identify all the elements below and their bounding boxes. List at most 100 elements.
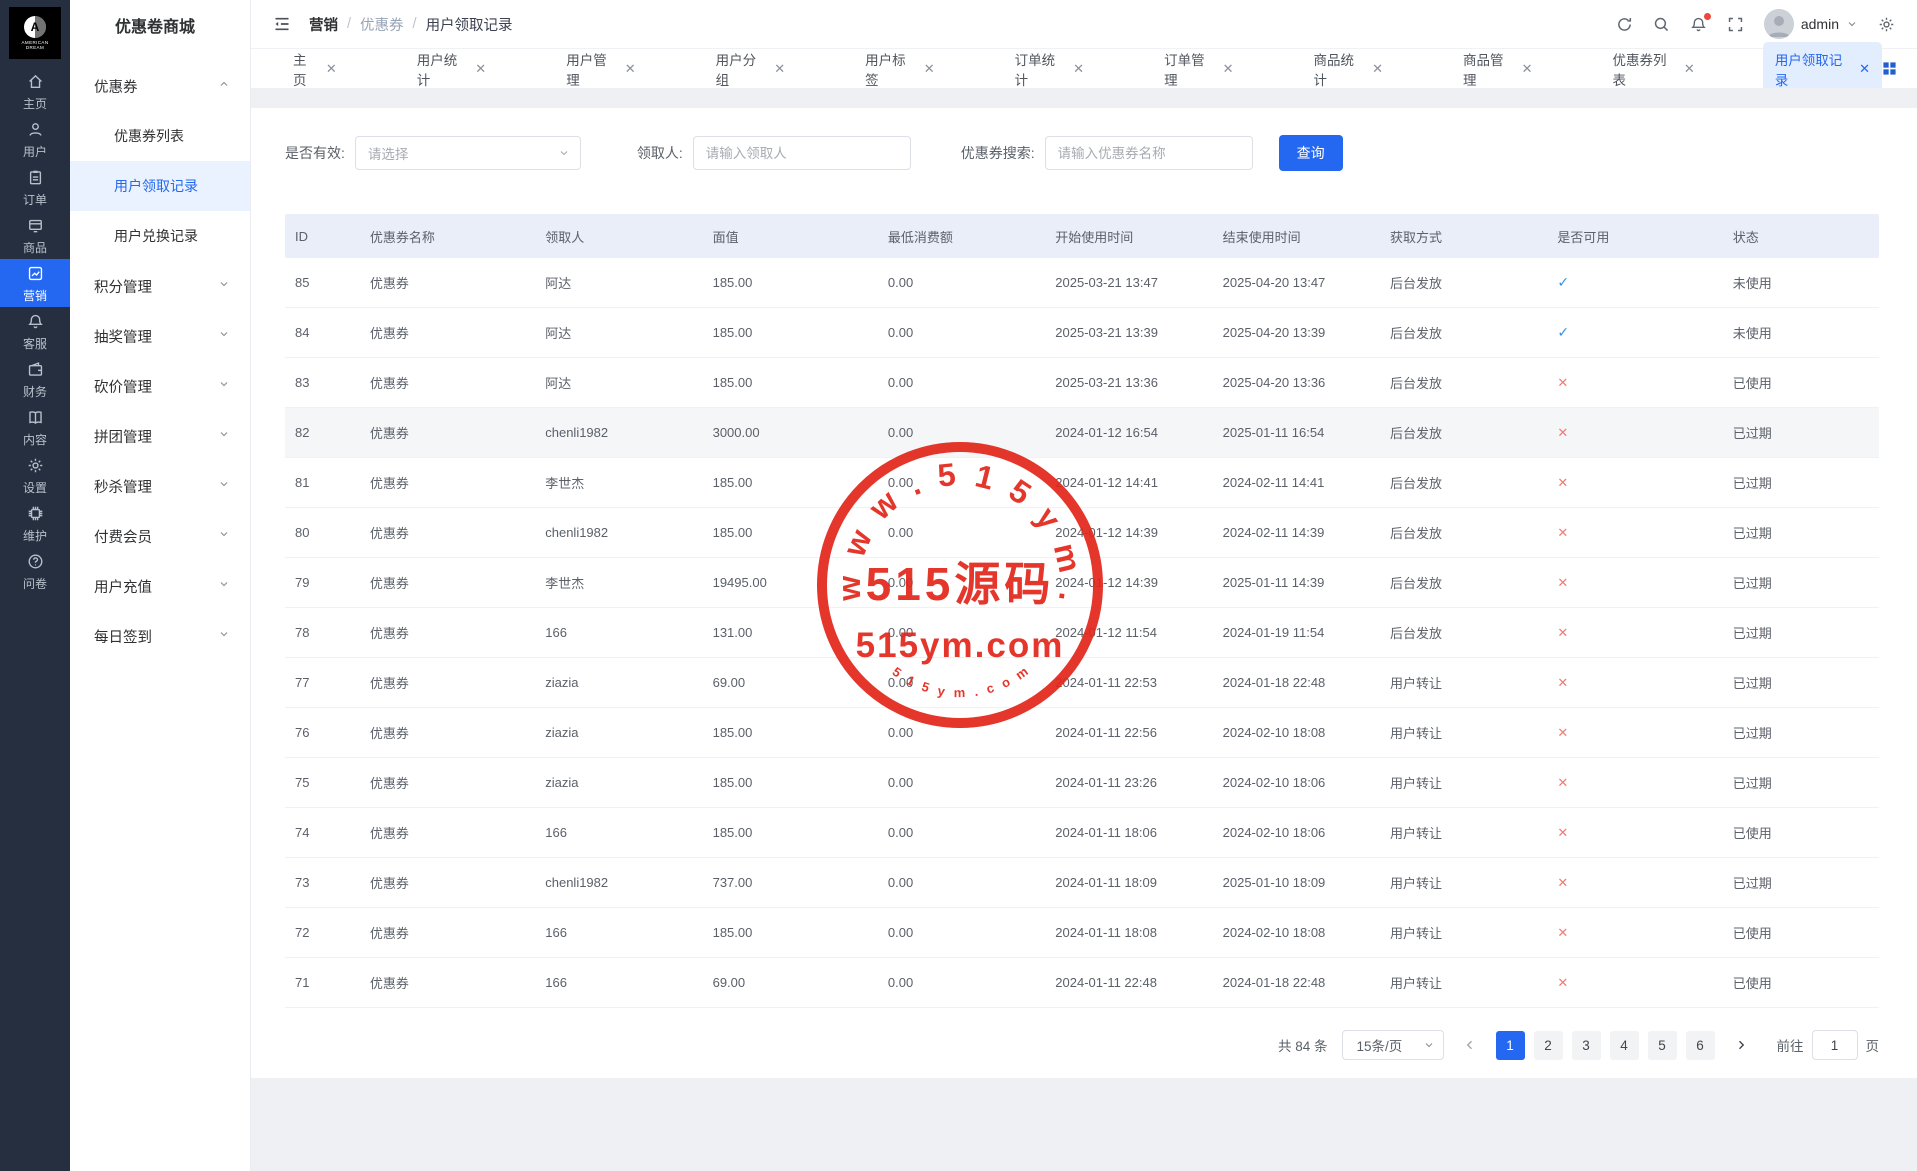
rail-item-marketing[interactable]: 营销	[0, 259, 70, 307]
table-row[interactable]: 81优惠券李世杰185.000.002024-01-12 14:412024-0…	[285, 458, 1879, 508]
close-icon[interactable]: ✕	[1073, 62, 1084, 75]
page-button-6[interactable]: 6	[1686, 1031, 1715, 1060]
rail-item-finance[interactable]: 财务	[0, 355, 70, 403]
user-menu[interactable]: admin	[1764, 9, 1858, 39]
cell-id: 84	[285, 325, 360, 340]
cell-value: 185.00	[703, 775, 878, 790]
cell-id: 74	[285, 825, 360, 840]
cell-status: 未使用	[1723, 273, 1879, 292]
rail-item-service[interactable]: 客服	[0, 307, 70, 355]
menu-group-bargain[interactable]: 砍价管理	[70, 361, 250, 411]
prev-page-button[interactable]	[1458, 1031, 1482, 1059]
cell-receiver: chenli1982	[535, 875, 702, 890]
tab-label: 订单管理	[1164, 49, 1215, 89]
close-icon[interactable]: ✕	[924, 62, 935, 75]
menu-item-coupon-list[interactable]: 优惠券列表	[70, 111, 250, 161]
gear-icon[interactable]	[1878, 16, 1895, 33]
menu-group-checkin[interactable]: 每日签到	[70, 611, 250, 661]
cell-name: 优惠券	[360, 873, 535, 892]
menu-group-groupbuy[interactable]: 拼团管理	[70, 411, 250, 461]
rail-item-user[interactable]: 用户	[0, 115, 70, 163]
next-page-button[interactable]	[1729, 1031, 1753, 1059]
rail-item-home[interactable]: 主页	[0, 67, 70, 115]
logo-text: AMERICANDREAM	[22, 40, 49, 50]
page-size-select[interactable]: 15条/页	[1342, 1030, 1444, 1060]
cell-min-spend: 0.00	[878, 975, 1045, 990]
menu-item-coupon-redeem[interactable]: 用户兑换记录	[70, 211, 250, 261]
cell-end-time: 2025-04-20 13:47	[1213, 275, 1380, 290]
table-row[interactable]: 85优惠券阿达185.000.002025-03-21 13:472025-04…	[285, 258, 1879, 308]
breadcrumb-marketing[interactable]: 营销	[309, 14, 338, 35]
table-row[interactable]: 79优惠券李世杰19495.000.002024-01-12 14:392025…	[285, 558, 1879, 608]
close-icon[interactable]: ✕	[1372, 62, 1383, 75]
table-row[interactable]: 75优惠券ziazia185.000.002024-01-11 23:26202…	[285, 758, 1879, 808]
menu-group-lottery[interactable]: 抽奖管理	[70, 311, 250, 361]
search-icon[interactable]	[1653, 16, 1670, 33]
rail-item-survey[interactable]: 问卷	[0, 547, 70, 595]
breadcrumb-coupon[interactable]: 优惠券	[360, 14, 404, 35]
menu-group-paidmember[interactable]: 付费会员	[70, 511, 250, 561]
page-button-1[interactable]: 1	[1496, 1031, 1525, 1060]
pagination: 共 84 条 15条/页 123456 前往 页	[285, 1030, 1879, 1060]
fullscreen-icon[interactable]	[1727, 16, 1744, 33]
cell-method: 用户转让	[1380, 723, 1547, 742]
page-button-4[interactable]: 4	[1610, 1031, 1639, 1060]
app-logo[interactable]: A AMERICANDREAM	[9, 7, 61, 59]
menu-group-seckill[interactable]: 秒杀管理	[70, 461, 250, 511]
cell-value: 19495.00	[703, 575, 878, 590]
rail-item-content[interactable]: 内容	[0, 403, 70, 451]
rail-item-order[interactable]: 订单	[0, 163, 70, 211]
table-row[interactable]: 80优惠券chenli1982185.000.002024-01-12 14:3…	[285, 508, 1879, 558]
table-row[interactable]: 72优惠券166185.000.002024-01-11 18:082024-0…	[285, 908, 1879, 958]
table-header-row: ID优惠券名称领取人面值最低消费额开始使用时间结束使用时间获取方式是否可用状态	[285, 214, 1879, 258]
table-row[interactable]: 78优惠券166131.000.002024-01-12 11:542024-0…	[285, 608, 1879, 658]
tab-options-grid-icon[interactable]	[1882, 61, 1897, 76]
menu-group-recharge[interactable]: 用户充值	[70, 561, 250, 611]
chevron-down-icon	[218, 328, 230, 344]
menu-group-label: 拼团管理	[94, 426, 152, 447]
table-row[interactable]: 84优惠券阿达185.000.002025-03-21 13:392025-04…	[285, 308, 1879, 358]
notification-bell-icon[interactable]	[1690, 16, 1707, 33]
table-row[interactable]: 73优惠券chenli1982737.000.002024-01-11 18:0…	[285, 858, 1879, 908]
receiver-filter-input[interactable]	[693, 136, 911, 170]
refresh-icon[interactable]	[1616, 16, 1633, 33]
close-icon[interactable]: ✕	[1684, 62, 1695, 75]
rail-item-maintain[interactable]: 维护	[0, 499, 70, 547]
menu-group-coupon[interactable]: 优惠券	[70, 61, 250, 111]
menu-group-points[interactable]: 积分管理	[70, 261, 250, 311]
page-button-3[interactable]: 3	[1572, 1031, 1601, 1060]
close-icon[interactable]: ✕	[475, 62, 486, 75]
close-icon[interactable]: ✕	[1522, 62, 1533, 75]
column-header-1: 优惠券名称	[360, 227, 535, 246]
table-row[interactable]: 82优惠券chenli19823000.000.002024-01-12 16:…	[285, 408, 1879, 458]
page-button-5[interactable]: 5	[1648, 1031, 1677, 1060]
search-button[interactable]: 查询	[1279, 135, 1343, 171]
table-row[interactable]: 76优惠券ziazia185.000.002024-01-11 22:56202…	[285, 708, 1879, 758]
collapse-menu-icon[interactable]	[273, 15, 291, 33]
close-icon[interactable]: ✕	[625, 62, 636, 75]
usable-cross-icon: ✕	[1547, 675, 1722, 691]
cell-receiver: 阿达	[535, 273, 702, 292]
table-row[interactable]: 71优惠券16669.000.002024-01-11 22:482024-01…	[285, 958, 1879, 1008]
close-icon[interactable]: ✕	[1859, 62, 1870, 75]
cell-start-time: 2024-01-11 23:26	[1045, 775, 1212, 790]
rail-item-goods[interactable]: 商品	[0, 211, 70, 259]
page-button-2[interactable]: 2	[1534, 1031, 1563, 1060]
rail-item-settings[interactable]: 设置	[0, 451, 70, 499]
cell-end-time: 2025-04-20 13:39	[1213, 325, 1380, 340]
coupon-search-input[interactable]	[1045, 136, 1253, 170]
close-icon[interactable]: ✕	[774, 62, 785, 75]
table-row[interactable]: 77优惠券ziazia69.000.002024-01-11 22:532024…	[285, 658, 1879, 708]
cell-name: 优惠券	[360, 373, 535, 392]
menu-item-coupon-claim[interactable]: 用户领取记录	[70, 161, 250, 211]
close-icon[interactable]: ✕	[1223, 62, 1234, 75]
cell-receiver: 166	[535, 625, 702, 640]
page-buttons: 123456	[1496, 1031, 1715, 1060]
table-row[interactable]: 83优惠券阿达185.000.002025-03-21 13:362025-04…	[285, 358, 1879, 408]
column-header-2: 领取人	[535, 227, 702, 246]
goto-label: 前往	[1777, 1035, 1804, 1055]
goto-page-input[interactable]	[1812, 1030, 1858, 1060]
table-row[interactable]: 74优惠券166185.000.002024-01-11 18:062024-0…	[285, 808, 1879, 858]
close-icon[interactable]: ✕	[326, 62, 337, 75]
valid-filter-select[interactable]: 请选择	[355, 136, 581, 170]
